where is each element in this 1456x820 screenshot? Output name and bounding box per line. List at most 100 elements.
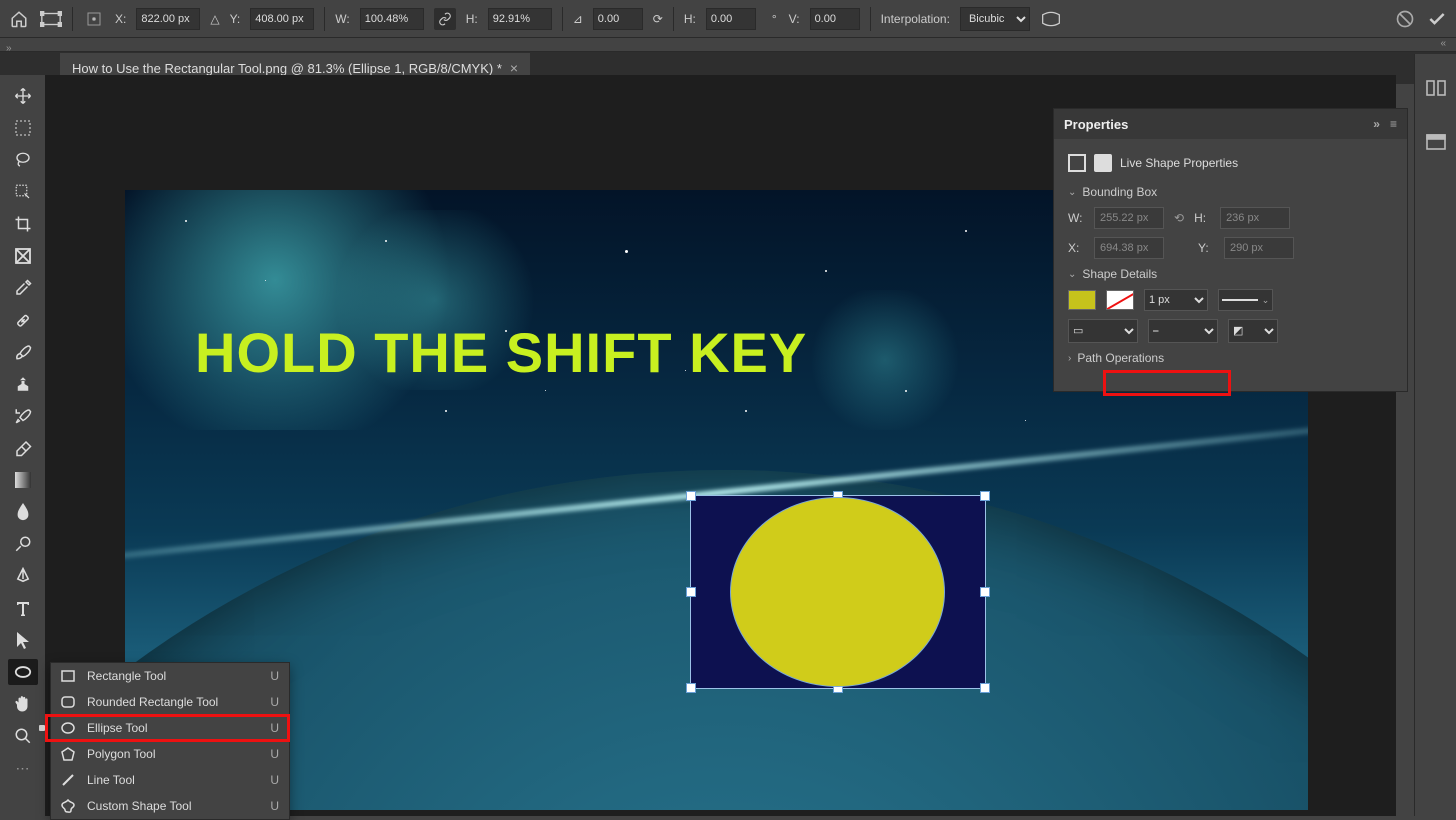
skew-sep-icon: ° — [772, 12, 777, 26]
ellipse-shape[interactable] — [730, 497, 945, 687]
interp-label: Interpolation: — [881, 12, 950, 26]
collapse-icon[interactable]: » — [1373, 117, 1380, 131]
x-label: X: — [115, 12, 126, 26]
healing-tool[interactable] — [8, 307, 38, 333]
angle-icon: ⊿ — [573, 12, 583, 26]
w-label: W: — [335, 12, 349, 26]
link-icon[interactable]: ⟲ — [1174, 211, 1184, 225]
reference-point-icon[interactable] — [83, 8, 105, 30]
stroke-align-select[interactable]: ▭ — [1068, 319, 1138, 343]
menu-key: U — [270, 799, 279, 813]
menu-label: Custom Shape Tool — [87, 799, 192, 813]
y-label: Y: — [230, 12, 241, 26]
mask-badge-icon — [1094, 154, 1112, 172]
zoom-tool[interactable] — [8, 723, 38, 749]
panel-menu-icon[interactable]: ≡ — [1390, 117, 1397, 131]
quick-select-tool[interactable] — [8, 179, 38, 205]
frame-tool[interactable] — [8, 243, 38, 269]
stroke-width-select[interactable]: 1 px — [1144, 289, 1208, 311]
y-input[interactable] — [250, 8, 314, 30]
cancel-icon[interactable] — [1394, 8, 1416, 30]
expand-bar[interactable]: »« — [0, 38, 1456, 52]
ellipse-tool-item[interactable]: Ellipse Tool U — [51, 715, 289, 741]
custom-shape-icon — [61, 799, 77, 813]
path-select-tool[interactable] — [8, 627, 38, 653]
line-icon — [61, 773, 77, 787]
transform-box-icon[interactable] — [40, 8, 62, 30]
stroke-corners-select[interactable]: ◩ — [1228, 319, 1278, 343]
h-input[interactable] — [488, 8, 552, 30]
line-tool-item[interactable]: Line Tool U — [51, 767, 289, 793]
vskew-input[interactable] — [810, 8, 860, 30]
warp-icon[interactable] — [1040, 8, 1062, 30]
w-input[interactable] — [360, 8, 424, 30]
path-operations-section[interactable]: ›Path Operations — [1068, 351, 1393, 365]
x-label: X: — [1068, 241, 1084, 255]
right-dock-strip — [1414, 54, 1456, 816]
polygon-tool-item[interactable]: Polygon Tool U — [51, 741, 289, 767]
move-tool[interactable] — [8, 83, 38, 109]
stroke-swatch[interactable] — [1106, 290, 1134, 310]
lasso-tool[interactable] — [8, 147, 38, 173]
headline-text: HOLD THE SHIFT KEY — [195, 320, 807, 385]
stroke-caps-select[interactable]: ⎯ — [1148, 319, 1218, 343]
width-input[interactable] — [1094, 207, 1164, 229]
shape-details-section[interactable]: ⌄Shape Details — [1068, 267, 1393, 281]
rounded-rectangle-tool-item[interactable]: Rounded Rectangle Tool U — [51, 689, 289, 715]
y-label: Y: — [1198, 241, 1214, 255]
marquee-tool[interactable] — [8, 115, 38, 141]
panel-icon-1[interactable] — [1424, 76, 1448, 100]
brush-tool[interactable] — [8, 339, 38, 365]
stroke-style-select[interactable]: ⌄ — [1218, 289, 1273, 311]
x-input[interactable] — [136, 8, 200, 30]
rotate-icon[interactable]: ⟳ — [653, 12, 663, 26]
height-input[interactable] — [1220, 207, 1290, 229]
panel-icon-2[interactable] — [1424, 130, 1448, 154]
eraser-tool[interactable] — [8, 435, 38, 461]
y-input[interactable] — [1224, 237, 1294, 259]
crop-tool[interactable] — [8, 211, 38, 237]
chevron-right-icon: › — [1068, 353, 1071, 364]
hand-tool[interactable] — [8, 691, 38, 717]
rectangle-tool-item[interactable]: Rectangle Tool U — [51, 663, 289, 689]
interp-select[interactable]: Bicubic — [960, 7, 1030, 31]
menu-key: U — [270, 669, 279, 683]
menu-key: U — [270, 773, 279, 787]
menu-label: Polygon Tool — [87, 747, 156, 761]
hskew-label: H: — [684, 12, 696, 26]
dodge-tool[interactable] — [8, 531, 38, 557]
panel-header[interactable]: Properties » ≡ — [1054, 109, 1407, 139]
active-dot-icon — [39, 725, 45, 731]
shape-tool[interactable] — [8, 659, 38, 685]
rectangle-icon — [61, 670, 77, 682]
type-tool[interactable] — [8, 595, 38, 621]
commit-icon[interactable] — [1426, 8, 1448, 30]
properties-panel: Properties » ≡ Live Shape Properties ⌄Bo… — [1053, 108, 1408, 392]
fill-swatch[interactable] — [1068, 290, 1096, 310]
home-icon[interactable] — [8, 8, 30, 30]
menu-key: U — [270, 721, 279, 735]
hskew-input[interactable] — [706, 8, 756, 30]
h-label: H: — [1194, 211, 1210, 225]
shape-tool-menu: Rectangle Tool U Rounded Rectangle Tool … — [50, 662, 290, 820]
chevron-down-icon: ⌄ — [1068, 269, 1076, 280]
menu-label: Line Tool — [87, 773, 135, 787]
eyedropper-tool[interactable] — [8, 275, 38, 301]
link-icon[interactable] — [434, 8, 456, 30]
custom-shape-tool-item[interactable]: Custom Shape Tool U — [51, 793, 289, 819]
tab-title: How to Use the Rectangular Tool.png @ 81… — [72, 61, 502, 76]
pen-tool[interactable] — [8, 563, 38, 589]
panel-subheader: Live Shape Properties — [1120, 156, 1238, 170]
blur-tool[interactable] — [8, 499, 38, 525]
angle-input[interactable] — [593, 8, 643, 30]
more-tools-icon[interactable]: ⋯ — [8, 755, 38, 781]
x-input[interactable] — [1094, 237, 1164, 259]
shape-badge-icon — [1068, 154, 1086, 172]
w-label: W: — [1068, 211, 1084, 225]
gradient-tool[interactable] — [8, 467, 38, 493]
bounding-box-section[interactable]: ⌄Bounding Box — [1068, 185, 1393, 199]
close-icon[interactable]: × — [510, 60, 518, 76]
clone-tool[interactable] — [8, 371, 38, 397]
history-brush-tool[interactable] — [8, 403, 38, 429]
menu-label: Rounded Rectangle Tool — [87, 695, 218, 709]
